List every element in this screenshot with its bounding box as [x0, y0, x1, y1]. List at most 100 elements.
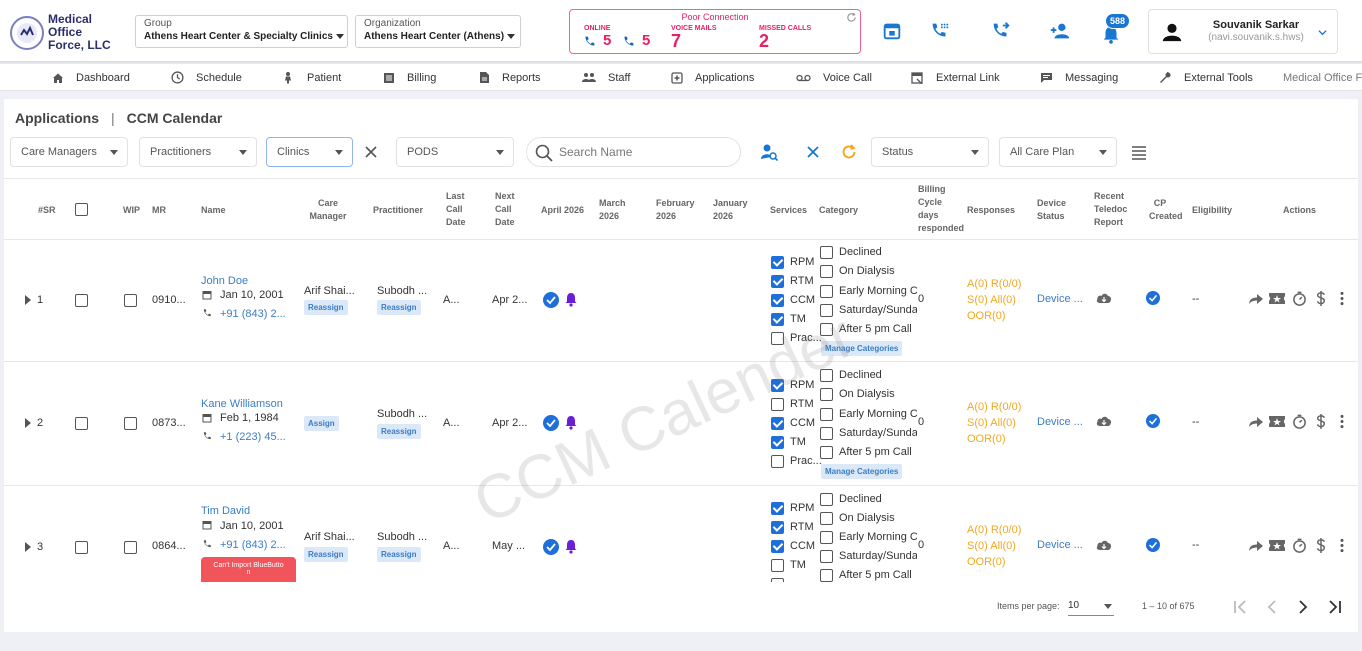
import-error-alert[interactable]: Can't Import BlueButto n: [201, 557, 296, 582]
category-checkbox[interactable]: [820, 446, 833, 459]
service-checkbox[interactable]: [771, 379, 784, 392]
service-checkbox[interactable]: [771, 502, 784, 515]
nav-messaging[interactable]: Messaging: [1040, 64, 1118, 90]
category-checkbox[interactable]: [820, 246, 833, 259]
manage-categories-button[interactable]: Manage Categories: [821, 341, 903, 356]
reassign-practitioner-button[interactable]: Reassign: [377, 424, 421, 439]
select-all-checkbox[interactable]: [75, 203, 88, 216]
category-checkbox[interactable]: [820, 304, 833, 317]
forward-icon[interactable]: [1249, 541, 1263, 551]
nav-staff[interactable]: Staff: [582, 64, 630, 90]
timer-icon[interactable]: [1292, 414, 1307, 429]
category-checkbox[interactable]: [820, 550, 833, 563]
previous-page-icon[interactable]: [1263, 598, 1281, 616]
nav-schedule[interactable]: Schedule: [171, 64, 242, 90]
category-checkbox[interactable]: [820, 285, 833, 298]
service-checkbox[interactable]: [771, 559, 784, 572]
service-checkbox[interactable]: [771, 256, 784, 269]
bell-icon[interactable]: [564, 415, 578, 430]
expand-row-icon[interactable]: [24, 418, 32, 428]
dollar-icon[interactable]: [1316, 291, 1326, 306]
clinics-select[interactable]: Clinics: [266, 137, 353, 167]
nav-medical-office[interactable]: Medical Office Fo: [1283, 64, 1362, 90]
clear-filters-icon[interactable]: [804, 143, 822, 161]
timer-icon[interactable]: [1292, 538, 1307, 553]
cloud-download-icon[interactable]: [1096, 292, 1112, 304]
more-vertical-icon[interactable]: [1340, 291, 1344, 306]
more-vertical-icon[interactable]: [1340, 538, 1344, 553]
service-checkbox[interactable]: [771, 540, 784, 553]
refresh-icon[interactable]: [846, 12, 857, 23]
service-checkbox[interactable]: [771, 417, 784, 430]
missed-calls-count[interactable]: 2: [759, 31, 769, 52]
service-checkbox[interactable]: [771, 294, 784, 307]
care-managers-select[interactable]: Care Managers: [10, 137, 128, 167]
organization-select[interactable]: Organization Athens Heart Center (Athens…: [355, 15, 521, 48]
category-checkbox[interactable]: [820, 388, 833, 401]
service-checkbox[interactable]: [771, 521, 784, 534]
voicemail-count[interactable]: 7: [671, 31, 681, 52]
forward-icon[interactable]: [1249, 417, 1263, 427]
patient-phone[interactable]: +91 (843) 2...: [220, 308, 286, 320]
nav-voice-call[interactable]: Voice Call: [796, 64, 872, 90]
row-checkbox[interactable]: [75, 541, 88, 554]
patient-phone[interactable]: +91 (843) 2...: [220, 539, 286, 551]
wip-checkbox[interactable]: [124, 294, 137, 307]
category-checkbox[interactable]: [820, 512, 833, 525]
category-checkbox[interactable]: [820, 427, 833, 440]
calendar-icon[interactable]: [881, 20, 903, 42]
logo[interactable]: Medical Office Force, LLC: [10, 13, 128, 52]
table-row[interactable]: 2 0873... Kane Williamson Feb 1, 1984 +1…: [4, 362, 1358, 486]
ticket-star-icon[interactable]: [1269, 539, 1285, 552]
table-row[interactable]: 1 0910... John Doe Jan 10, 2001 +91 (843…: [4, 240, 1358, 362]
reassign-practitioner-button[interactable]: Reassign: [377, 547, 421, 562]
category-checkbox[interactable]: [820, 323, 833, 336]
user-menu[interactable]: Souvanik Sarkar (navi.souvanik.s.hws): [1148, 9, 1338, 54]
service-checkbox[interactable]: [771, 455, 784, 468]
reassign-care-manager-button[interactable]: Reassign: [304, 547, 348, 562]
cloud-download-icon[interactable]: [1096, 539, 1112, 551]
device-status-link[interactable]: Device ...: [1037, 539, 1083, 551]
last-page-icon[interactable]: [1326, 598, 1344, 616]
nav-applications[interactable]: Applications: [671, 64, 754, 90]
more-vertical-icon[interactable]: [1340, 414, 1344, 429]
service-checkbox[interactable]: [771, 313, 784, 326]
status-select[interactable]: Status: [871, 137, 989, 167]
patient-phone[interactable]: +1 (223) 45...: [220, 431, 286, 443]
category-checkbox[interactable]: [820, 493, 833, 506]
group-select[interactable]: Group Athens Heart Center & Specialty Cl…: [135, 15, 348, 48]
nav-reports[interactable]: Reports: [479, 64, 541, 90]
category-checkbox[interactable]: [820, 369, 833, 382]
bell-icon[interactable]: [564, 292, 578, 307]
nav-external-link[interactable]: External Link: [911, 64, 1000, 90]
clear-clinics-icon[interactable]: [362, 143, 380, 161]
refresh-icon[interactable]: [840, 143, 858, 161]
nav-external-tools[interactable]: External Tools: [1158, 64, 1253, 90]
assign-care-manager-button[interactable]: Assign: [304, 416, 339, 431]
service-checkbox[interactable]: [771, 275, 784, 288]
patient-name[interactable]: Kane Williamson: [201, 398, 283, 410]
expand-row-icon[interactable]: [24, 542, 32, 552]
wip-checkbox[interactable]: [124, 541, 137, 554]
patient-name[interactable]: John Doe: [201, 275, 248, 287]
cloud-download-icon[interactable]: [1096, 415, 1112, 427]
nav-patient[interactable]: Patient: [283, 64, 341, 90]
care-plan-select[interactable]: All Care Plan: [999, 137, 1117, 167]
dollar-icon[interactable]: [1316, 538, 1326, 553]
timer-icon[interactable]: [1292, 291, 1307, 306]
bell-icon[interactable]: [564, 539, 578, 554]
next-page-icon[interactable]: [1294, 598, 1312, 616]
items-per-page-select[interactable]: 10: [1068, 596, 1114, 616]
nav-billing[interactable]: Billing: [383, 64, 436, 90]
add-user-icon[interactable]: [1049, 20, 1071, 42]
category-checkbox[interactable]: [820, 531, 833, 544]
service-checkbox[interactable]: [771, 436, 784, 449]
phone-forward-icon[interactable]: [990, 20, 1012, 42]
ticket-star-icon[interactable]: [1269, 292, 1285, 305]
category-checkbox[interactable]: [820, 265, 833, 278]
category-checkbox[interactable]: [820, 408, 833, 421]
reassign-care-manager-button[interactable]: Reassign: [304, 300, 348, 315]
first-page-icon[interactable]: [1231, 598, 1249, 616]
device-status-link[interactable]: Device ...: [1037, 293, 1083, 305]
menu-lines-icon[interactable]: [1130, 143, 1148, 161]
